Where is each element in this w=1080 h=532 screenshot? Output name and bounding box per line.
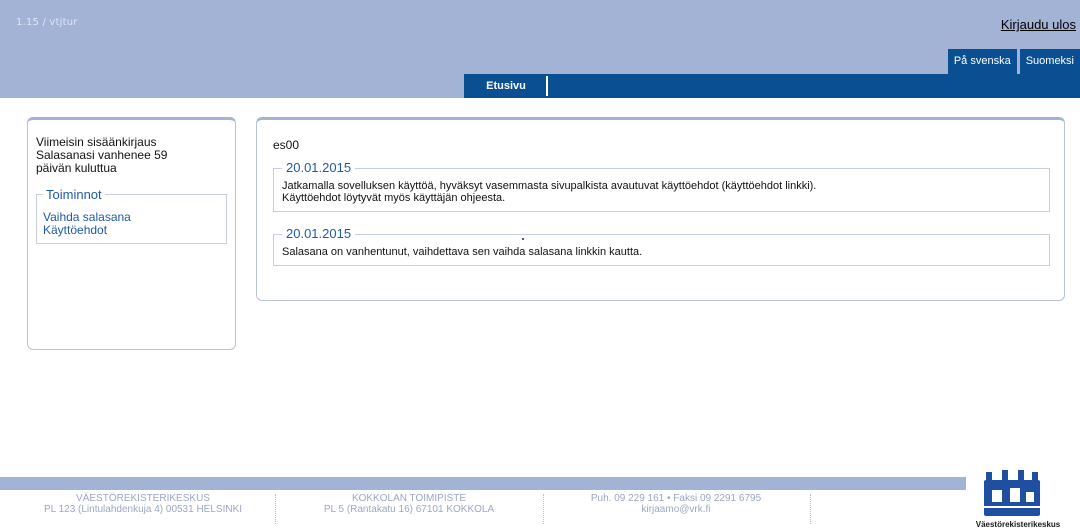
logo-text: Väestörekisterikeskus	[975, 520, 1061, 529]
footer-bar	[0, 477, 966, 490]
username-label: es00	[273, 138, 300, 152]
footer-office-address: PL 5 (Rantakatu 16) 67101 KOKKOLA	[323, 504, 495, 515]
footer-office-name: KOKKOLAN TOIMIPISTE	[351, 493, 467, 504]
footer: VÄESTÖREKISTERIKESKUS PL 123 (Lintulahde…	[0, 493, 960, 527]
footer-email: kirjaamo@vrk.fi	[641, 504, 711, 515]
logout-link[interactable]: Kirjaudu ulos	[1001, 17, 1076, 32]
sidebar-panel: Viimeisin sisäänkirjaus Salasanasi vanhe…	[27, 117, 236, 350]
footer-phone-fax: Puh. 09 229 161 • Faksi 09 2291 6795	[590, 493, 762, 504]
navbar-separator	[546, 76, 548, 96]
lang-tab-swedish[interactable]: På svenska	[947, 49, 1017, 74]
version-label: 1.15 / vtjtur	[16, 17, 78, 28]
message-text: Salasana on vanhentunut, vaihdettava sen…	[282, 246, 643, 258]
lang-tab-finnish[interactable]: Suomeksi	[1019, 49, 1080, 74]
stray-dot	[522, 238, 524, 240]
footer-column-kokkola: KOKKOLAN TOIMIPISTE PL 5 (Rantakatu 16) …	[296, 493, 522, 515]
footer-column-helsinki: VÄESTÖREKISTERIKESKUS PL 123 (Lintulahde…	[30, 493, 256, 515]
navbar-left-strip	[0, 74, 464, 98]
actions-box: Toiminnot Vaihda salasana Käyttöehdot	[36, 187, 227, 244]
footer-divider	[543, 494, 544, 524]
message-date: 20.01.2015	[282, 160, 356, 175]
terms-of-use-link[interactable]: Käyttöehdot	[43, 224, 220, 237]
language-tabs: På svenska Suomeksi	[947, 49, 1080, 74]
navbar: Etusivu	[0, 74, 1080, 98]
footer-divider	[275, 494, 276, 524]
message-box: 20.01.2015 Salasana on vanhentunut, vaih…	[273, 226, 1050, 266]
actions-title: Toiminnot	[43, 187, 105, 202]
vrk-logo: Väestörekisterikeskus	[958, 468, 1078, 530]
message-text: Käyttöehdot löytyvät myös käyttäjän ohje…	[282, 192, 506, 204]
header: 1.15 / vtjtur Kirjaudu ulos På svenska S…	[0, 0, 1080, 98]
message-box: 20.01.2015 Jatkamalla sovelluksen käyttö…	[273, 160, 1050, 212]
message-date: 20.01.2015	[282, 226, 356, 241]
password-expiry-days-label: päivän kuluttua	[36, 161, 117, 175]
footer-org-name: VÄESTÖREKISTERIKESKUS	[76, 493, 210, 504]
message-text: Jatkamalla sovelluksen käyttöä, hyväksyt…	[282, 180, 817, 192]
footer-org-address: PL 123 (Lintulahdenkuja 4) 00531 HELSINK…	[43, 504, 243, 515]
footer-divider	[810, 494, 811, 524]
main-panel: es00 20.01.2015 Jatkamalla sovelluksen k…	[256, 117, 1065, 301]
tab-etusivu[interactable]: Etusivu	[464, 74, 548, 98]
vrk-logo-icon	[984, 470, 1040, 516]
footer-column-contact: Puh. 09 229 161 • Faksi 09 2291 6795 kir…	[556, 493, 796, 515]
